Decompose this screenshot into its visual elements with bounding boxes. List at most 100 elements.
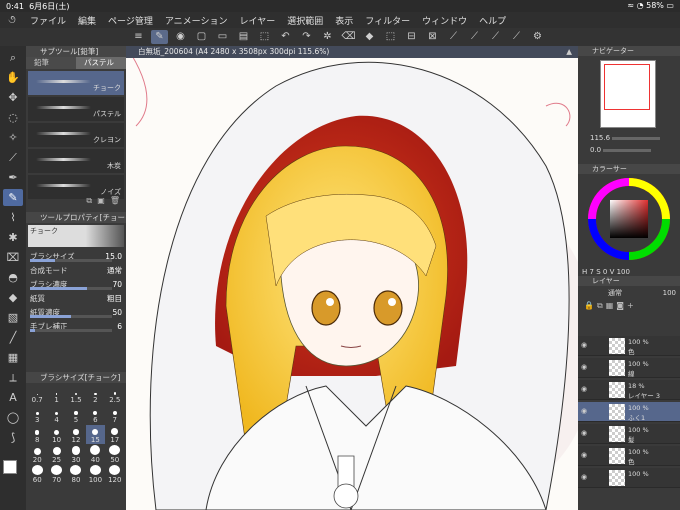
- new-file-icon[interactable]: ▢: [193, 30, 210, 44]
- brush-size-option[interactable]: 20: [28, 445, 46, 464]
- copy-subtool-icon[interactable]: ⧉: [86, 196, 92, 205]
- brush-chalk[interactable]: チョーク: [28, 71, 124, 95]
- menu-layer[interactable]: レイヤー: [234, 14, 282, 27]
- brush-size-option[interactable]: 12: [67, 425, 85, 444]
- eye-icon[interactable]: ◉: [172, 30, 189, 44]
- zoom-tool-icon[interactable]: ⌕: [3, 49, 23, 66]
- brush-size-option[interactable]: 2.5: [106, 385, 124, 404]
- app-logo-icon[interactable]: ૭: [0, 13, 24, 27]
- brush-size-option[interactable]: 5: [67, 405, 85, 424]
- settings-icon[interactable]: ⚙: [529, 30, 546, 44]
- new-layer-icon[interactable]: +: [627, 301, 637, 310]
- tab-pencil[interactable]: 鉛筆: [26, 57, 76, 69]
- brush-size-option[interactable]: 30: [67, 445, 85, 464]
- brush-size-option[interactable]: 25: [47, 445, 65, 464]
- ruler-tool-icon[interactable]: ⟂: [3, 369, 23, 386]
- brush-size-option[interactable]: 15: [86, 425, 105, 444]
- wand-tool-icon[interactable]: ✧: [3, 129, 23, 146]
- layer-row[interactable]: ◉ 100 % 色: [578, 336, 680, 356]
- correct-line-tool-icon[interactable]: ⟆: [3, 429, 23, 446]
- canvas-collapse-icon[interactable]: ▲: [566, 46, 572, 58]
- undo-icon[interactable]: ↶: [277, 30, 294, 44]
- prop-texture-density[interactable]: 紙質濃度 50: [26, 305, 126, 319]
- nav-angle-value[interactable]: 0.0: [590, 146, 601, 154]
- layer-row[interactable]: ◉ 100 % 色: [578, 446, 680, 466]
- brush-size-option[interactable]: 17: [106, 425, 124, 444]
- open-folder-icon[interactable]: ▭: [214, 30, 231, 44]
- frame-tool-icon[interactable]: ▦: [3, 349, 23, 366]
- eyedropper-tool-icon[interactable]: ⟋: [3, 149, 23, 166]
- delete-subtool-icon[interactable]: 🗑: [110, 196, 120, 205]
- brush-size-option[interactable]: 100: [86, 465, 104, 484]
- ref-icon[interactable]: ▦: [606, 301, 617, 310]
- save-icon[interactable]: ▤: [235, 30, 252, 44]
- lasso-tool-icon[interactable]: ◌: [3, 109, 23, 126]
- color-wheel[interactable]: [588, 178, 670, 260]
- brush-size-option[interactable]: 2: [86, 385, 104, 404]
- visibility-eye-icon[interactable]: ◉: [581, 407, 587, 415]
- brush-size-option[interactable]: 1: [47, 385, 65, 404]
- layer-row[interactable]: ◉ 100 % 髪: [578, 424, 680, 444]
- gradient-tool-icon[interactable]: ▧: [3, 309, 23, 326]
- menu-filter[interactable]: フィルター: [359, 14, 416, 27]
- brush-tool-icon[interactable]: ⌇: [3, 209, 23, 226]
- prop-blend-mode[interactable]: 合成モード 通常: [26, 263, 126, 277]
- pencil-tool-icon[interactable]: ✎: [3, 189, 23, 206]
- brush-pastel[interactable]: パステル: [28, 97, 124, 121]
- move-tool-icon[interactable]: ✥: [3, 89, 23, 106]
- lock-icon[interactable]: 🔒: [584, 301, 597, 310]
- fill-tool-icon[interactable]: ◆: [3, 289, 23, 306]
- canvas-tab[interactable]: 白無垢_200604 (A4 2480 x 3508px 300dpi 115.…: [126, 46, 578, 58]
- layer-row[interactable]: ◉ 18 % レイヤー 3: [578, 380, 680, 400]
- brush-size-option[interactable]: 6: [86, 405, 104, 424]
- hand-tool-icon[interactable]: ✋: [3, 69, 23, 86]
- brush-size-option[interactable]: 7: [106, 405, 124, 424]
- menu-edit[interactable]: 編集: [72, 14, 102, 27]
- snap-icon[interactable]: ⟋: [487, 30, 504, 44]
- visibility-eye-icon[interactable]: ◉: [581, 363, 587, 371]
- brush-crayon[interactable]: クレヨン: [28, 123, 124, 147]
- ruler-snap-icon[interactable]: ⟋: [508, 30, 525, 44]
- nav-zoom-value[interactable]: 115.6: [590, 134, 610, 142]
- visibility-eye-icon[interactable]: ◉: [581, 385, 587, 393]
- prop-stabilization[interactable]: 手ブレ補正 6: [26, 319, 126, 333]
- deselect-icon[interactable]: ⊟: [403, 30, 420, 44]
- menu-file[interactable]: ファイル: [24, 14, 72, 27]
- menu-help[interactable]: ヘルプ: [473, 14, 512, 27]
- layer-blend-row[interactable]: 通常 100: [578, 287, 680, 299]
- layer-row[interactable]: ◉ 100 % 線: [578, 358, 680, 378]
- invert-selection-icon[interactable]: ⊠: [424, 30, 441, 44]
- export-icon[interactable]: ⬚: [256, 30, 273, 44]
- menu-selection[interactable]: 選択範囲: [281, 14, 329, 27]
- blend-tool-icon[interactable]: ◓: [3, 269, 23, 286]
- visibility-eye-icon[interactable]: ◉: [581, 429, 587, 437]
- ruler-icon[interactable]: ⟋: [445, 30, 462, 44]
- brush-size-option[interactable]: 50: [106, 445, 124, 464]
- clear-icon[interactable]: ⌫: [340, 30, 357, 44]
- loading-icon[interactable]: ✲: [319, 30, 336, 44]
- tab-pastel[interactable]: パステル: [76, 57, 126, 69]
- mask-icon[interactable]: ◙: [616, 301, 627, 310]
- brush-size-option[interactable]: 80: [67, 465, 85, 484]
- duplicate-subtool-icon[interactable]: ▣: [97, 196, 105, 205]
- menu-animation[interactable]: アニメーション: [159, 14, 234, 27]
- clip-icon[interactable]: ⧉: [597, 301, 606, 310]
- brush-size-option[interactable]: 70: [47, 465, 65, 484]
- brush-size-option[interactable]: 3: [28, 405, 46, 424]
- layer-row[interactable]: ◉ 100 %: [578, 468, 680, 488]
- brush-size-option[interactable]: 8: [28, 425, 46, 444]
- brush-size-option[interactable]: 0.7: [28, 385, 46, 404]
- balloon-tool-icon[interactable]: ◯: [3, 409, 23, 426]
- brush-size-option[interactable]: 40: [86, 445, 104, 464]
- hamburger-icon[interactable]: ≡: [130, 30, 147, 44]
- layer-row[interactable]: ◉ 100 % ふく1: [578, 402, 680, 422]
- visibility-eye-icon[interactable]: ◉: [581, 473, 587, 481]
- pen-tool-icon[interactable]: ✒: [3, 169, 23, 186]
- menu-page[interactable]: ページ管理: [102, 14, 159, 27]
- brush-size-option[interactable]: 1.5: [67, 385, 85, 404]
- visibility-eye-icon[interactable]: ◉: [581, 451, 587, 459]
- brush-size-option[interactable]: 4: [47, 405, 65, 424]
- navigator-thumbnail[interactable]: [600, 60, 656, 128]
- menu-window[interactable]: ウィンドウ: [416, 14, 473, 27]
- menu-view[interactable]: 表示: [329, 14, 359, 27]
